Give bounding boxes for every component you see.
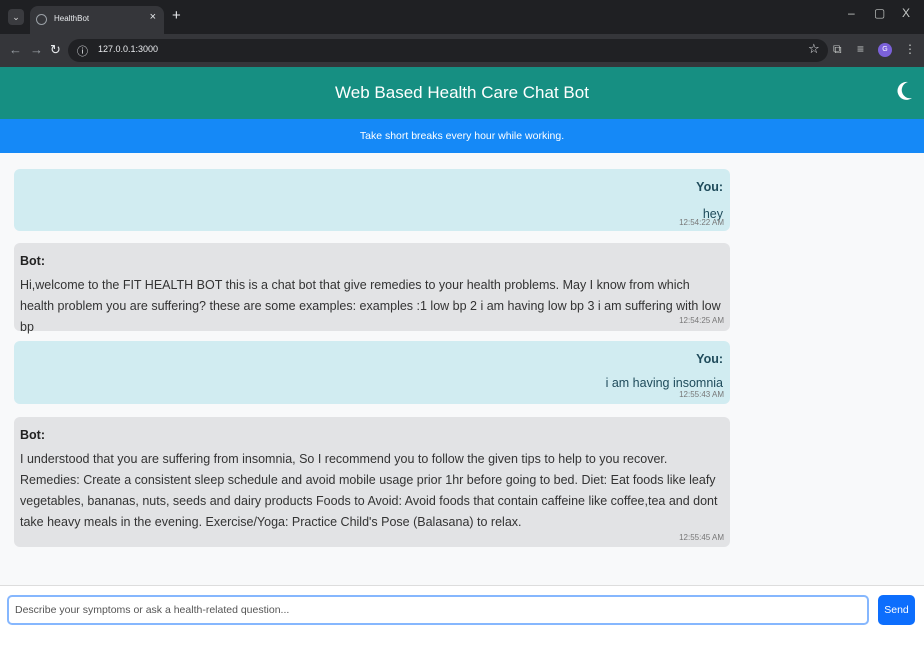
site-info-icon[interactable]: ⓘ [77,43,88,59]
message-sender: You: [696,180,723,194]
message-timestamp: 12:54:25 AM [679,316,724,325]
browser-tab[interactable]: HealthBot × [30,6,164,34]
moon-icon[interactable] [897,81,913,101]
message-text: I understood that you are suffering from… [20,452,718,529]
omnibox[interactable]: ⓘ 127.0.0.1:3000 [68,39,828,62]
user-message: You: i am having insomnia 12:55:43 AM [14,341,730,404]
message-timestamp: 12:55:45 AM [679,533,724,542]
back-arrow-icon[interactable]: ← [9,42,22,57]
tip-text: Take short breaks every hour while worki… [359,130,565,142]
tab-search-chevron-icon[interactable]: ⌄ [8,9,24,25]
reading-list-icon[interactable]: ≡ [857,42,864,56]
chat-container: You: hey 12:54:22 AM Bot: Hi,welcome to … [0,153,924,585]
new-tab-button[interactable]: + [172,7,181,24]
tab-title: HealthBot [54,14,90,23]
message-sender: Bot: [20,254,45,268]
more-menu-icon[interactable]: ⋮ [904,42,916,56]
forward-arrow-icon[interactable]: → [30,42,43,57]
symptom-input[interactable] [7,595,869,625]
user-message: You: hey 12:54:22 AM [14,169,730,231]
app-header: Web Based Health Care Chat Bot [0,67,924,119]
send-button[interactable]: Send [878,595,915,625]
globe-icon [36,14,47,25]
message-timestamp: 12:54:22 AM [679,218,724,227]
browser-tab-bar: ⌄ HealthBot × + – ▢ X [0,0,924,34]
bookmark-star-icon[interactable]: ☆ [808,41,820,57]
bot-message: Bot: I understood that you are suffering… [14,417,730,547]
message-timestamp: 12:55:43 AM [679,390,724,399]
message-text: Hi,welcome to the FIT HEALTH BOT this is… [20,278,721,334]
tab-close-button[interactable]: × [150,11,156,23]
address-bar-row: ← → ↻ ⓘ 127.0.0.1:3000 [0,34,924,67]
message-sender: You: [696,352,723,366]
maximize-button[interactable]: ▢ [874,6,885,20]
url-text: 127.0.0.1:3000 [98,44,159,54]
minimize-button[interactable]: – [848,6,855,20]
close-window-button[interactable]: X [902,6,910,20]
reload-icon[interactable]: ↻ [50,42,61,58]
chat-input-row: Send [0,585,924,645]
bot-message: Bot: Hi,welcome to the FIT HEALTH BOT th… [14,243,730,334]
page-title: Web Based Health Care Chat Bot [335,83,589,102]
message-sender: Bot: [20,428,45,442]
extensions-icon[interactable]: ⧉ [833,42,842,57]
profile-avatar[interactable]: G [878,43,892,57]
tip-banner: Take short breaks every hour while worki… [0,119,924,153]
